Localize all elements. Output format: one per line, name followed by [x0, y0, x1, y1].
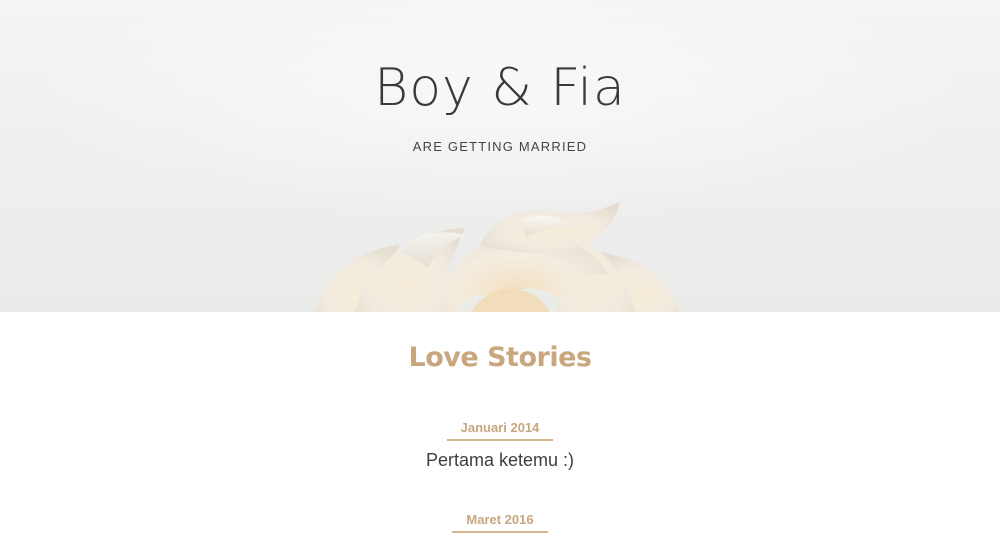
hero-subtitle: ARE GETTING MARRIED — [412, 139, 588, 154]
love-stories-title: Love Stories — [408, 342, 592, 373]
story-date: Januari 2014 — [446, 420, 554, 441]
story-text: Pertama ketemu :) — [425, 450, 575, 470]
couple-names-title: Boy & Fia — [374, 58, 626, 118]
white-rose-image — [314, 202, 680, 312]
story-date: Maret 2016 — [452, 512, 548, 533]
hero-section: Boy & Fia ARE GETTING MARRIED — [0, 0, 1000, 312]
story-item: Januari 2014 Pertama ketemu :) — [0, 419, 1000, 471]
story-item: Maret 2016 — [0, 511, 1000, 533]
